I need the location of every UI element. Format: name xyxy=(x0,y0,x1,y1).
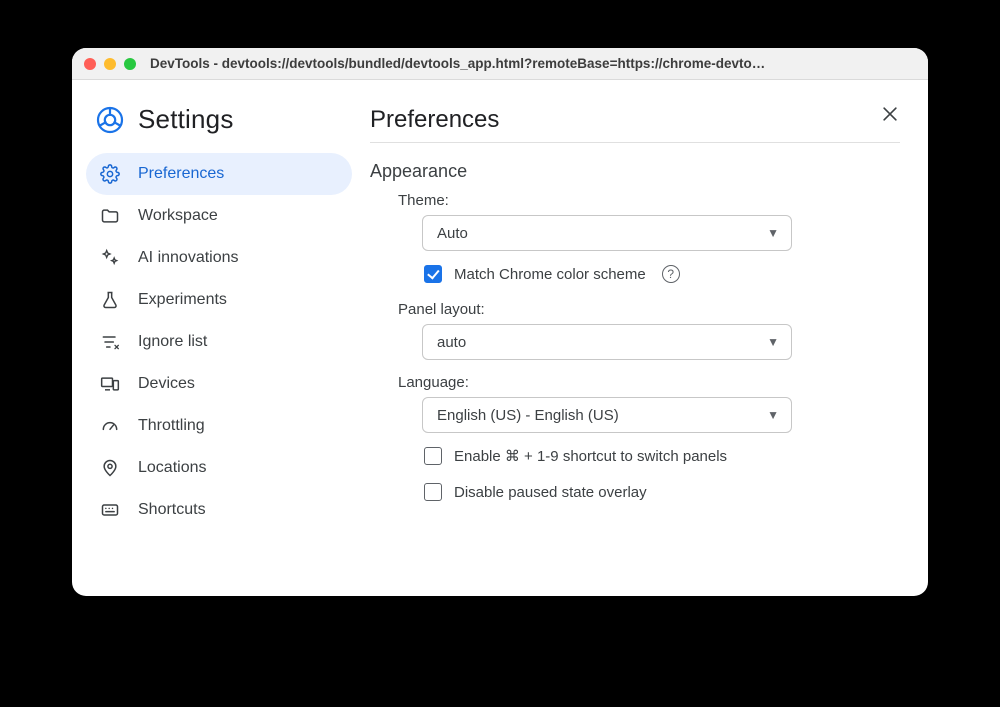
chevron-down-icon: ▼ xyxy=(767,408,779,422)
sidebar-item-label: Locations xyxy=(138,459,207,477)
flask-icon xyxy=(100,290,120,310)
sidebar-item-label: Devices xyxy=(138,375,195,393)
titlebar[interactable]: DevTools - devtools://devtools/bundled/d… xyxy=(72,48,928,80)
gear-icon xyxy=(100,164,120,184)
sidebar-item-label: Experiments xyxy=(138,291,227,309)
chevron-down-icon: ▼ xyxy=(767,335,779,349)
minimize-window-icon[interactable] xyxy=(104,58,116,70)
sidebar-item-label: Workspace xyxy=(138,207,218,225)
sidebar-item-preferences[interactable]: Preferences xyxy=(86,153,352,195)
match-chrome-checkbox[interactable] xyxy=(424,265,442,283)
match-chrome-row[interactable]: Match Chrome color scheme ? xyxy=(424,265,900,283)
sidebar-item-throttling[interactable]: Throttling xyxy=(86,405,352,447)
language-select[interactable]: English (US) - English (US) ▼ xyxy=(422,397,792,433)
divider xyxy=(370,142,900,143)
theme-value: Auto xyxy=(437,225,468,242)
preferences-panel: Preferences Appearance Theme: Auto ▼ Mat… xyxy=(362,80,928,596)
section-appearance: Appearance xyxy=(370,161,900,182)
close-button[interactable] xyxy=(878,102,902,126)
sidebar-item-label: Shortcuts xyxy=(138,501,206,519)
disable-overlay-label: Disable paused state overlay xyxy=(454,484,647,501)
sidebar-item-label: Ignore list xyxy=(138,333,207,351)
language-value: English (US) - English (US) xyxy=(437,407,619,424)
sidebar-title: Settings xyxy=(138,104,234,135)
sidebar-item-devices[interactable]: Devices xyxy=(86,363,352,405)
devtools-app-icon xyxy=(96,106,124,134)
enable-shortcut-label: Enable ⌘ + 1-9 shortcut to switch panels xyxy=(454,447,727,465)
sidebar-item-ai-innovations[interactable]: AI innovations xyxy=(86,237,352,279)
chevron-down-icon: ▼ xyxy=(767,226,779,240)
window-controls xyxy=(84,58,136,70)
filter-x-icon xyxy=(100,332,120,352)
sidebar-header: Settings xyxy=(86,104,352,153)
enable-shortcut-checkbox[interactable] xyxy=(424,447,442,465)
location-pin-icon xyxy=(100,458,120,478)
zoom-window-icon[interactable] xyxy=(124,58,136,70)
sidebar-item-ignore-list[interactable]: Ignore list xyxy=(86,321,352,363)
page-title: Preferences xyxy=(370,106,900,134)
sidebar-item-shortcuts[interactable]: Shortcuts xyxy=(86,489,352,531)
panel-layout-label: Panel layout: xyxy=(398,301,900,318)
gauge-icon xyxy=(100,416,120,436)
disable-overlay-checkbox[interactable] xyxy=(424,483,442,501)
devtools-window: DevTools - devtools://devtools/bundled/d… xyxy=(72,48,928,596)
sidebar-item-experiments[interactable]: Experiments xyxy=(86,279,352,321)
sidebar-item-label: Throttling xyxy=(138,417,205,435)
panel-layout-value: auto xyxy=(437,334,466,351)
disable-overlay-row[interactable]: Disable paused state overlay xyxy=(424,483,900,501)
sidebar-item-workspace[interactable]: Workspace xyxy=(86,195,352,237)
folder-icon xyxy=(100,206,120,226)
window-title: DevTools - devtools://devtools/bundled/d… xyxy=(144,56,916,71)
panel-layout-select[interactable]: auto ▼ xyxy=(422,324,792,360)
sidebar-item-label: Preferences xyxy=(138,165,224,183)
sparkle-icon xyxy=(100,248,120,268)
match-chrome-label: Match Chrome color scheme xyxy=(454,266,646,283)
devices-icon xyxy=(100,374,120,394)
theme-select[interactable]: Auto ▼ xyxy=(422,215,792,251)
language-label: Language: xyxy=(398,374,900,391)
sidebar-item-label: AI innovations xyxy=(138,249,239,267)
settings-sidebar: Settings Preferences Wor xyxy=(72,80,362,596)
keyboard-icon xyxy=(100,500,120,520)
close-window-icon[interactable] xyxy=(84,58,96,70)
help-icon[interactable]: ? xyxy=(662,265,680,283)
sidebar-item-locations[interactable]: Locations xyxy=(86,447,352,489)
theme-label: Theme: xyxy=(398,192,900,209)
enable-shortcut-row[interactable]: Enable ⌘ + 1-9 shortcut to switch panels xyxy=(424,447,900,465)
